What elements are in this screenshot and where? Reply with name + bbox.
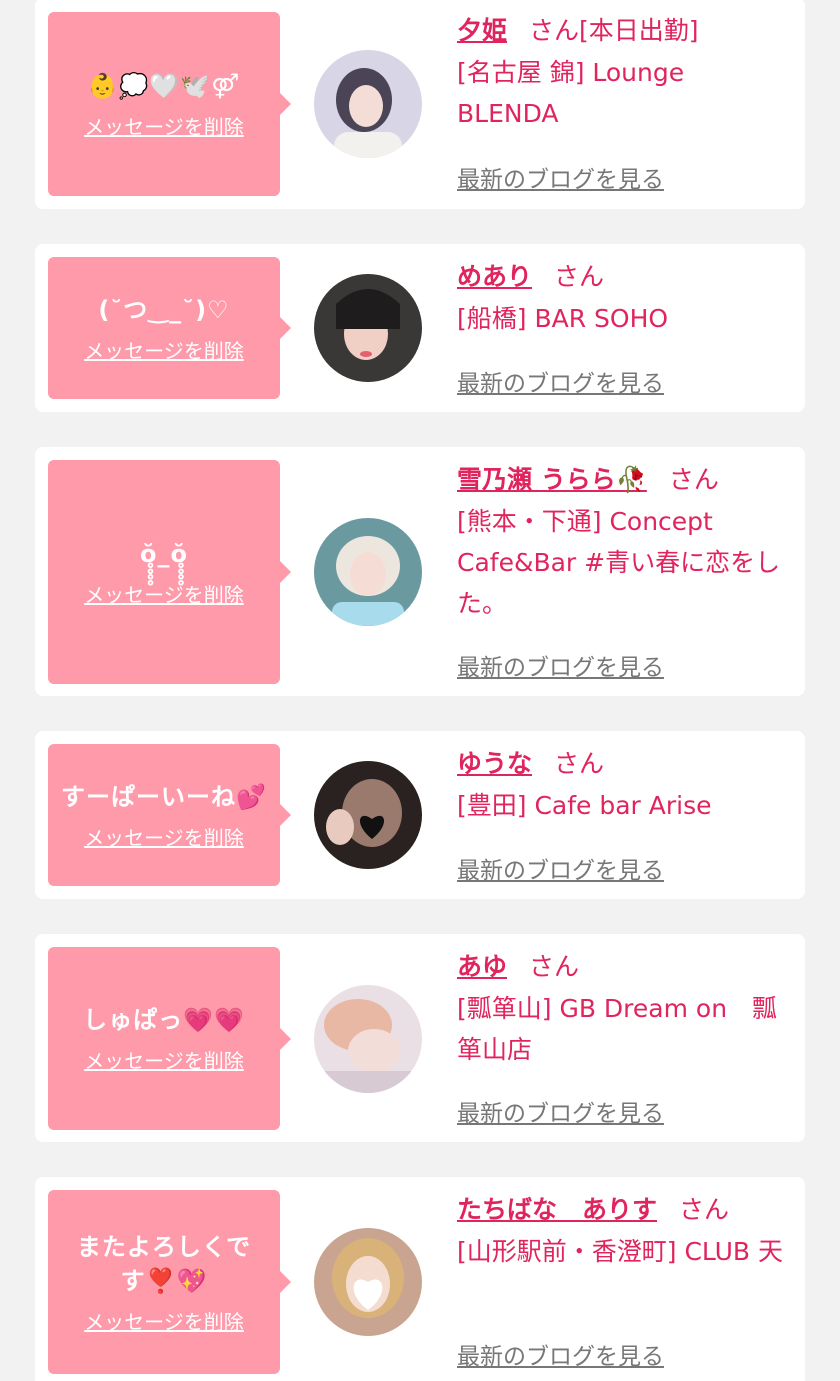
message-text: しゅぱっ💗💗 bbox=[83, 1006, 245, 1034]
cast-info: あゆ さん [瓢箪山] GB Dream on 瓢箪山店 bbox=[457, 946, 793, 1070]
shop-name: [名古屋 錦] Lounge BLENDA bbox=[457, 58, 685, 128]
latest-blog-link[interactable]: 最新のブログを見る bbox=[457, 1094, 664, 1128]
shop-prefix: [本日出勤] bbox=[579, 16, 699, 45]
message-text: すーぱーいーね💕 bbox=[61, 782, 267, 811]
shop-name: [豊田] Cafe bar Arise bbox=[457, 791, 712, 820]
message-card: すーぱーいーね💕 メッセージを削除 ゆうな さん [豊田] Cafe bar Ar… bbox=[35, 731, 805, 899]
message-card: しゅぱっ💗💗 メッセージを削除 あゆ さん [瓢箪山] GB Dream on 瓢… bbox=[35, 934, 805, 1142]
message-list-page: 👶💭🤍🕊️⚤ メッセージを削除 夕姫 さん[本日出勤] [名古屋 錦] Loung… bbox=[0, 0, 840, 1381]
san-label: さん bbox=[679, 1195, 730, 1224]
cast-name-link[interactable]: 雪乃瀬 うらら🥀 bbox=[457, 465, 647, 494]
message-text: (˘つ‿_˘)♡ bbox=[98, 295, 230, 324]
message-bubble: ŏ̥̥̥̥_ŏ̥̥̥̥ メッセージを削除 bbox=[48, 460, 291, 684]
delete-message-link[interactable]: メッセージを削除 bbox=[84, 111, 244, 140]
message-text: またよろしくです❣️💖 bbox=[76, 1232, 252, 1295]
cast-info: 雪乃瀬 うらら🥀 さん [熊本・下通] Concept Cafe&Bar #青い春… bbox=[457, 459, 793, 624]
cast-info: ゆうな さん [豊田] Cafe bar Arise bbox=[457, 743, 793, 826]
cast-info: 夕姫 さん[本日出勤] [名古屋 錦] Lounge BLENDA bbox=[457, 10, 793, 134]
san-label: さん bbox=[668, 465, 719, 494]
message-bubble: 👶💭🤍🕊️⚤ メッセージを削除 bbox=[48, 12, 291, 196]
delete-message-link[interactable]: メッセージを削除 bbox=[84, 335, 244, 364]
latest-blog-link[interactable]: 最新のブログを見る bbox=[457, 648, 664, 682]
message-bubble: すーぱーいーね💕 メッセージを削除 bbox=[48, 744, 291, 886]
avatar[interactable] bbox=[314, 274, 422, 382]
avatar[interactable] bbox=[314, 518, 422, 626]
shop-name: [山形駅前・香澄町] CLUB 天 bbox=[457, 1237, 783, 1266]
message-card: 👶💭🤍🕊️⚤ メッセージを削除 夕姫 さん[本日出勤] [名古屋 錦] Loung… bbox=[35, 0, 805, 209]
shop-name: [瓢箪山] GB Dream on 瓢箪山店 bbox=[457, 994, 778, 1064]
latest-blog-link[interactable]: 最新のブログを見る bbox=[457, 851, 664, 885]
shop-name: [船橋] BAR SOHO bbox=[457, 304, 669, 333]
cast-info: たちばな ありす さん [山形駅前・香澄町] CLUB 天 bbox=[457, 1189, 793, 1272]
message-card: (˘つ‿_˘)♡ メッセージを削除 めあり さん [船橋] BAR SOHO 最新… bbox=[35, 244, 805, 412]
avatar[interactable] bbox=[314, 985, 422, 1093]
cast-name-link[interactable]: たちばな ありす bbox=[457, 1195, 657, 1224]
message-card: ŏ̥̥̥̥_ŏ̥̥̥̥ メッセージを削除 雪乃瀬 うらら🥀 さん [熊本・下通] … bbox=[35, 447, 805, 696]
cast-info: めあり さん [船橋] BAR SOHO bbox=[457, 256, 793, 339]
shop-name: [熊本・下通] Concept Cafe&Bar #青い春に恋をした。 bbox=[457, 507, 781, 618]
latest-blog-link[interactable]: 最新のブログを見る bbox=[457, 1337, 664, 1371]
san-label: さん bbox=[554, 749, 605, 778]
delete-message-link[interactable]: メッセージを削除 bbox=[84, 579, 244, 608]
delete-message-link[interactable]: メッセージを削除 bbox=[84, 1306, 244, 1335]
message-bubble: またよろしくです❣️💖 メッセージを削除 bbox=[48, 1190, 291, 1374]
delete-message-link[interactable]: メッセージを削除 bbox=[84, 822, 244, 851]
delete-message-link[interactable]: メッセージを削除 bbox=[84, 1045, 244, 1074]
avatar[interactable] bbox=[314, 1228, 422, 1336]
message-bubble: しゅぱっ💗💗 メッセージを削除 bbox=[48, 947, 291, 1130]
san-label: さん bbox=[529, 952, 580, 981]
cast-name-link[interactable]: あゆ bbox=[457, 952, 507, 981]
san-label: さん bbox=[529, 16, 580, 45]
san-label: さん bbox=[554, 262, 605, 291]
avatar[interactable] bbox=[314, 761, 422, 869]
message-card: またよろしくです❣️💖 メッセージを削除 たちばな ありす さん [山形駅前・香澄… bbox=[35, 1177, 805, 1381]
cast-name-link[interactable]: ゆうな bbox=[457, 749, 532, 778]
message-bubble: (˘つ‿_˘)♡ メッセージを削除 bbox=[48, 257, 291, 399]
latest-blog-link[interactable]: 最新のブログを見る bbox=[457, 364, 664, 398]
message-text: 👶💭🤍🕊️⚤ bbox=[87, 71, 241, 100]
avatar[interactable] bbox=[314, 50, 422, 158]
message-text: ŏ̥̥̥̥_ŏ̥̥̥̥ bbox=[140, 539, 188, 568]
cast-name-link[interactable]: めあり bbox=[457, 262, 532, 291]
cast-name-link[interactable]: 夕姫 bbox=[457, 16, 507, 45]
latest-blog-link[interactable]: 最新のブログを見る bbox=[457, 160, 664, 194]
